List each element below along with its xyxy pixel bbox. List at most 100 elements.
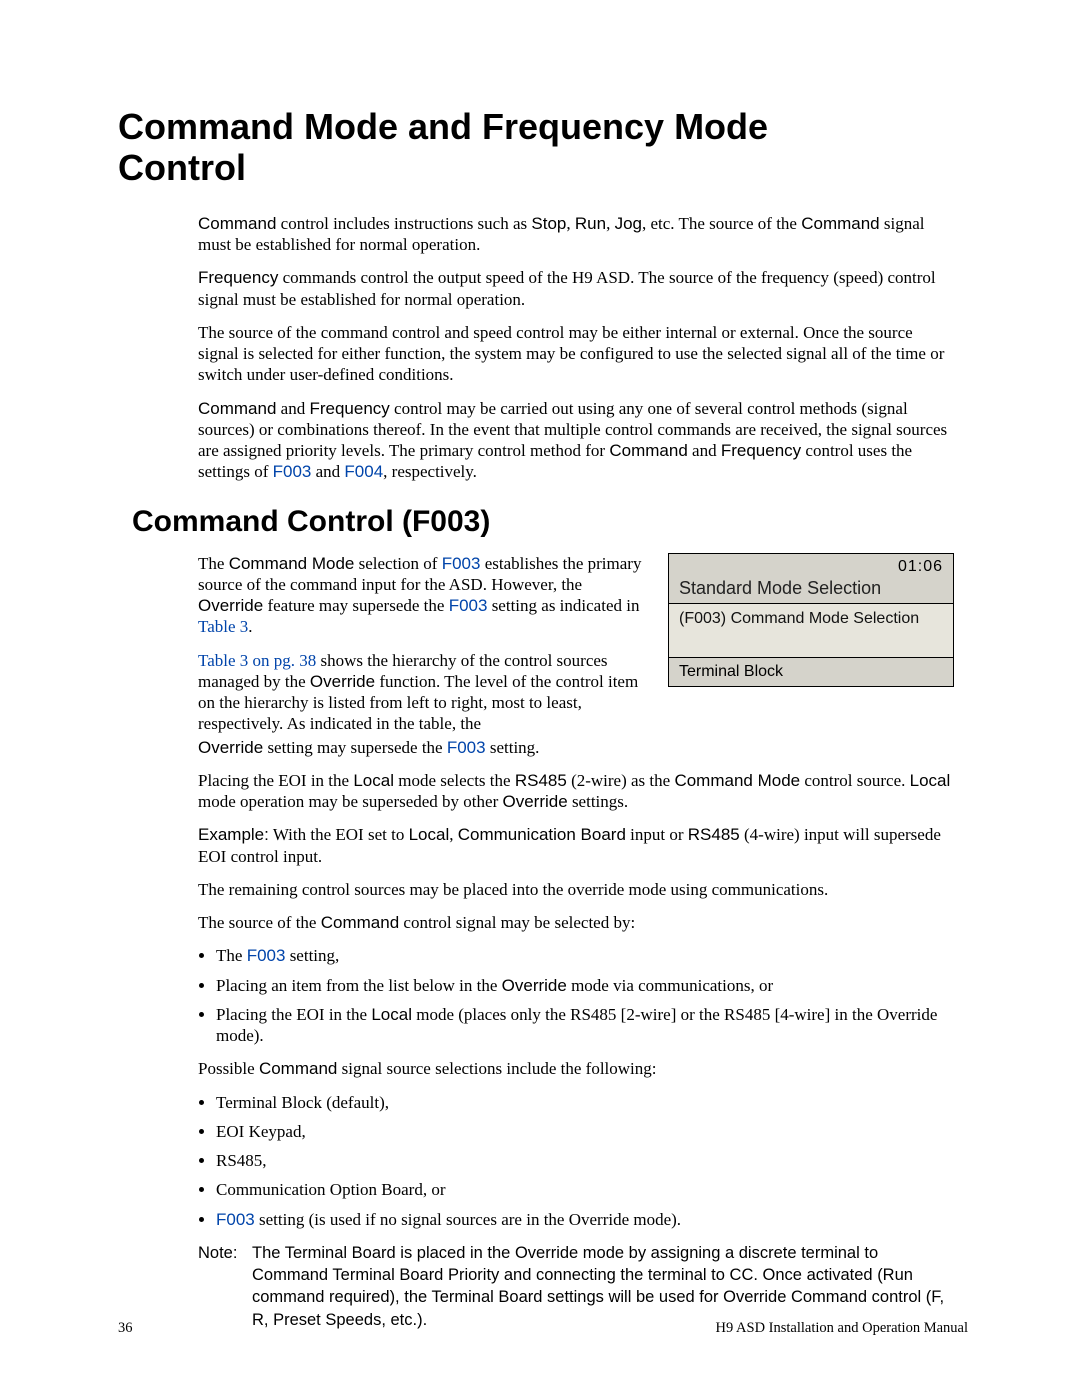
text: , etc. The source of the: [642, 214, 801, 233]
term: Command: [198, 214, 276, 233]
text: selection of: [354, 554, 441, 573]
term: Override: [310, 672, 375, 691]
text: setting.: [486, 738, 540, 757]
text: control source.: [800, 771, 910, 790]
para-combined: Command and Frequency control may be car…: [198, 398, 954, 483]
text: input or: [626, 825, 688, 844]
para-command-intro: Command control includes instructions su…: [198, 213, 954, 256]
list-item: Placing an item from the list below in t…: [216, 975, 954, 996]
term: Example:: [198, 825, 269, 844]
term: Override Command: [723, 1288, 867, 1306]
para-cmdmode-2: Table 3 on pg. 38 shows the hierarchy of…: [198, 650, 648, 735]
term: Command: [801, 214, 879, 233]
text: mode by assigning a discrete terminal to: [578, 1244, 878, 1262]
display-title: Standard Mode Selection: [669, 578, 953, 604]
link-f003[interactable]: F003: [247, 946, 286, 965]
para-selectby: The source of the Command control signal…: [198, 912, 954, 933]
list-sources: Terminal Block (default), EOI Keypad, RS…: [198, 1092, 954, 1230]
para-example: Example: With the EOI set to Local, Comm…: [198, 824, 954, 867]
term: RS485: [688, 825, 740, 844]
para-local-rs485: Placing the EOI in the Local mode select…: [198, 770, 954, 813]
text: Possible: [198, 1059, 259, 1078]
list-item: Terminal Block (default),: [216, 1092, 954, 1113]
lcd-display: 01:06 Standard Mode Selection (F003) Com…: [668, 553, 954, 687]
text: ,: [606, 214, 615, 233]
list-item: Communication Option Board, or: [216, 1179, 954, 1200]
link-f003[interactable]: F003: [447, 738, 486, 757]
text: The source of the: [198, 913, 321, 932]
text: setting,: [285, 946, 339, 965]
link-f003[interactable]: F003: [216, 1210, 255, 1229]
section-title-f003: Command Control (F003): [132, 505, 968, 539]
term: Command: [259, 1059, 337, 1078]
text: control signal may be selected by:: [399, 913, 635, 932]
link-f003[interactable]: F003: [442, 554, 481, 573]
text: With the EOI set to: [269, 825, 409, 844]
link-f003[interactable]: F003: [449, 596, 488, 615]
term: Override: [515, 1244, 578, 1262]
term: Local: [910, 771, 951, 790]
term: Override: [503, 792, 568, 811]
term: Command Mode: [674, 771, 800, 790]
term: Jog: [615, 214, 642, 233]
term: Terminal Board: [431, 1288, 542, 1306]
text: The: [216, 946, 247, 965]
link-table3[interactable]: Table 3: [198, 617, 248, 636]
list-item: The F003 setting,: [216, 945, 954, 966]
page-footer: 36 H9 ASD Installation and Operation Man…: [118, 1320, 968, 1337]
term: Terminal Board: [285, 1244, 396, 1262]
para-remaining: The remaining control sources may be pla…: [198, 879, 954, 900]
title-line-1: Command Mode and Frequency Mode: [118, 106, 768, 147]
text: Placing an item from the list below in t…: [216, 976, 502, 995]
term: Command Terminal Board Priority: [252, 1266, 499, 1284]
term: CC: [730, 1266, 754, 1284]
text: feature may supersede the: [263, 596, 449, 615]
link-f004[interactable]: F004: [344, 462, 383, 481]
list-select-by: The F003 setting, Placing an item from t…: [198, 945, 954, 1046]
text: is placed in the: [396, 1244, 515, 1262]
term: Command Mode: [229, 554, 355, 573]
para-cmdmode-2-cont: Override setting may supersede the F003 …: [198, 737, 954, 758]
display-time: 01:06: [898, 558, 943, 576]
text: setting may supersede the: [263, 738, 447, 757]
term: Command: [198, 399, 276, 418]
para-cmdmode-1: The Command Mode selection of F003 estab…: [198, 553, 648, 638]
term: Local: [353, 771, 394, 790]
term: Local: [371, 1005, 412, 1024]
list-item: RS485,: [216, 1150, 954, 1171]
text: control includes instructions such as: [276, 214, 531, 233]
page-number: 36: [118, 1320, 133, 1337]
text: , respectively.: [383, 462, 477, 481]
page-title: Command Mode and Frequency Mode Control: [118, 106, 968, 189]
footer-title: H9 ASD Installation and Operation Manual: [716, 1320, 969, 1337]
text: and: [311, 462, 344, 481]
text: mode operation may be superseded by othe…: [198, 792, 503, 811]
term: Override: [198, 738, 263, 757]
text: settings will be used for: [542, 1288, 723, 1306]
note: Note: The Terminal Board is placed in th…: [198, 1242, 954, 1331]
text: The: [252, 1244, 285, 1262]
text: and: [688, 441, 721, 460]
term: Communication Board: [458, 825, 626, 844]
para-source: The source of the command control and sp…: [198, 322, 954, 386]
term: Frequency: [721, 441, 801, 460]
text: Placing the EOI in the: [216, 1005, 371, 1024]
link-table3-pg[interactable]: Table 3 on pg. 38: [198, 651, 316, 670]
term: Command: [609, 441, 687, 460]
term: Override: [198, 596, 263, 615]
text: Placing the EOI in the: [198, 771, 353, 790]
text: signal source selections include the fol…: [337, 1059, 656, 1078]
link-f003[interactable]: F003: [273, 462, 312, 481]
term: Command: [321, 913, 399, 932]
text: ,: [449, 825, 458, 844]
note-body: The Terminal Board is placed in the Over…: [252, 1242, 954, 1331]
text: and connecting the terminal to: [499, 1266, 729, 1284]
term: RS485: [515, 771, 567, 790]
text: setting as indicated in: [487, 596, 639, 615]
text: and: [276, 399, 309, 418]
term: Frequency: [198, 268, 278, 287]
text: settings.: [568, 792, 628, 811]
text: setting (is used if no signal sources ar…: [255, 1210, 681, 1229]
display-foot: Terminal Block: [669, 658, 953, 686]
text: mode via communications, or: [567, 976, 773, 995]
